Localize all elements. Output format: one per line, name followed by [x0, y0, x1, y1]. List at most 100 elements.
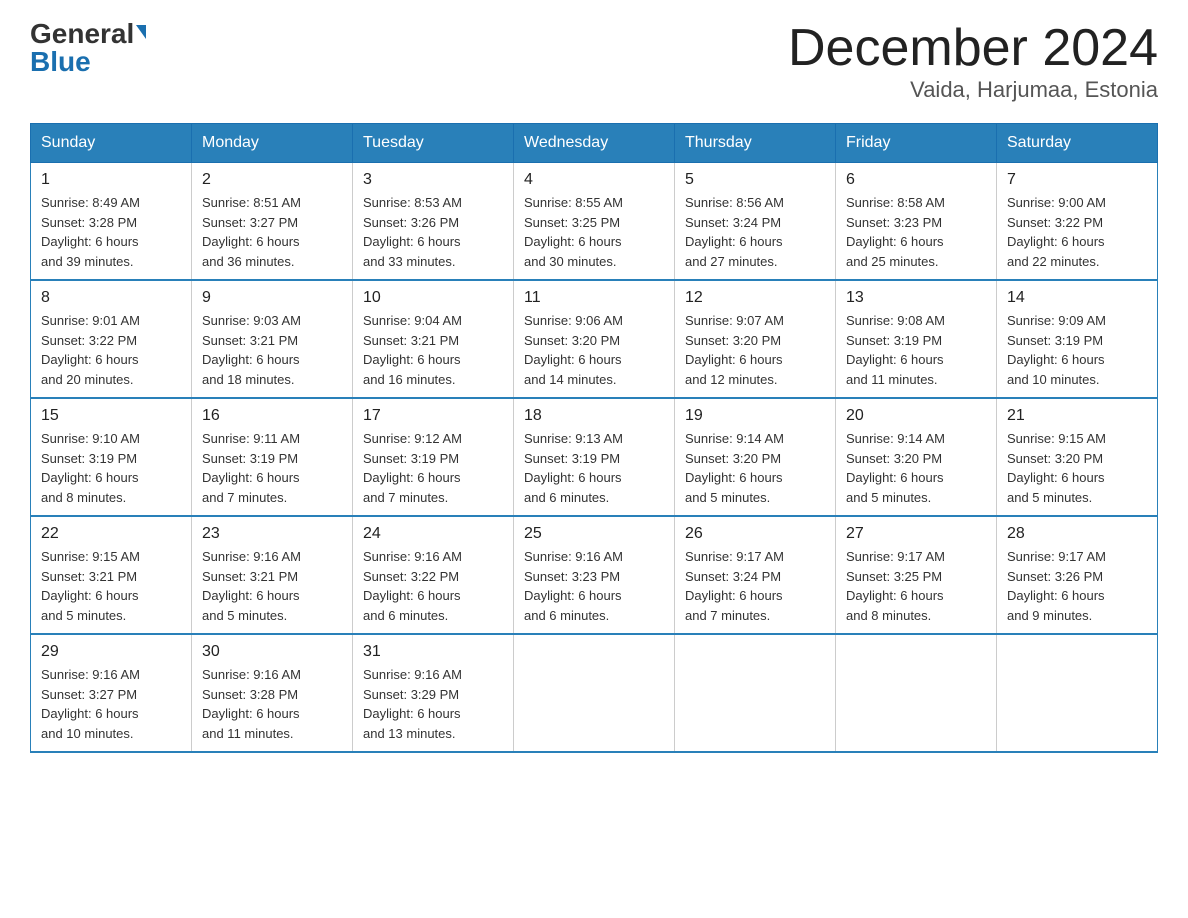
day-info: Sunrise: 9:17 AM Sunset: 3:25 PM Dayligh…: [846, 547, 986, 625]
day-info: Sunrise: 8:53 AM Sunset: 3:26 PM Dayligh…: [363, 193, 503, 271]
calendar-cell: 28 Sunrise: 9:17 AM Sunset: 3:26 PM Dayl…: [997, 516, 1158, 634]
day-info: Sunrise: 9:04 AM Sunset: 3:21 PM Dayligh…: [363, 311, 503, 389]
day-number: 30: [202, 643, 342, 661]
calendar-cell: 6 Sunrise: 8:58 AM Sunset: 3:23 PM Dayli…: [836, 163, 997, 281]
logo-general-text: General: [30, 20, 134, 48]
week-row-2: 8 Sunrise: 9:01 AM Sunset: 3:22 PM Dayli…: [31, 280, 1158, 398]
day-number: 6: [846, 171, 986, 189]
header-wednesday: Wednesday: [514, 124, 675, 163]
day-number: 5: [685, 171, 825, 189]
calendar-cell: [997, 634, 1158, 752]
day-info: Sunrise: 8:58 AM Sunset: 3:23 PM Dayligh…: [846, 193, 986, 271]
calendar-cell: 29 Sunrise: 9:16 AM Sunset: 3:27 PM Dayl…: [31, 634, 192, 752]
calendar-cell: 14 Sunrise: 9:09 AM Sunset: 3:19 PM Dayl…: [997, 280, 1158, 398]
day-info: Sunrise: 9:17 AM Sunset: 3:24 PM Dayligh…: [685, 547, 825, 625]
day-info: Sunrise: 9:16 AM Sunset: 3:28 PM Dayligh…: [202, 665, 342, 743]
day-number: 15: [41, 407, 181, 425]
day-info: Sunrise: 9:10 AM Sunset: 3:19 PM Dayligh…: [41, 429, 181, 507]
day-number: 27: [846, 525, 986, 543]
day-number: 7: [1007, 171, 1147, 189]
day-number: 17: [363, 407, 503, 425]
day-number: 11: [524, 289, 664, 307]
logo-triangle-icon: [136, 25, 146, 39]
day-info: Sunrise: 8:55 AM Sunset: 3:25 PM Dayligh…: [524, 193, 664, 271]
calendar-cell: 25 Sunrise: 9:16 AM Sunset: 3:23 PM Dayl…: [514, 516, 675, 634]
header-saturday: Saturday: [997, 124, 1158, 163]
calendar-cell: 8 Sunrise: 9:01 AM Sunset: 3:22 PM Dayli…: [31, 280, 192, 398]
day-number: 19: [685, 407, 825, 425]
calendar-cell: 27 Sunrise: 9:17 AM Sunset: 3:25 PM Dayl…: [836, 516, 997, 634]
day-number: 8: [41, 289, 181, 307]
calendar-cell: 31 Sunrise: 9:16 AM Sunset: 3:29 PM Dayl…: [353, 634, 514, 752]
day-info: Sunrise: 9:16 AM Sunset: 3:23 PM Dayligh…: [524, 547, 664, 625]
calendar-cell: [836, 634, 997, 752]
calendar-cell: 26 Sunrise: 9:17 AM Sunset: 3:24 PM Dayl…: [675, 516, 836, 634]
day-number: 4: [524, 171, 664, 189]
day-info: Sunrise: 9:07 AM Sunset: 3:20 PM Dayligh…: [685, 311, 825, 389]
day-number: 22: [41, 525, 181, 543]
calendar-cell: 23 Sunrise: 9:16 AM Sunset: 3:21 PM Dayl…: [192, 516, 353, 634]
calendar-cell: 5 Sunrise: 8:56 AM Sunset: 3:24 PM Dayli…: [675, 163, 836, 281]
day-number: 21: [1007, 407, 1147, 425]
title-block: December 2024 Vaida, Harjumaa, Estonia: [788, 20, 1158, 103]
calendar-cell: 2 Sunrise: 8:51 AM Sunset: 3:27 PM Dayli…: [192, 163, 353, 281]
day-number: 13: [846, 289, 986, 307]
header-thursday: Thursday: [675, 124, 836, 163]
day-info: Sunrise: 9:09 AM Sunset: 3:19 PM Dayligh…: [1007, 311, 1147, 389]
day-number: 23: [202, 525, 342, 543]
day-number: 12: [685, 289, 825, 307]
calendar-cell: 11 Sunrise: 9:06 AM Sunset: 3:20 PM Dayl…: [514, 280, 675, 398]
header-row: Sunday Monday Tuesday Wednesday Thursday…: [31, 124, 1158, 163]
day-number: 1: [41, 171, 181, 189]
day-info: Sunrise: 8:51 AM Sunset: 3:27 PM Dayligh…: [202, 193, 342, 271]
header-monday: Monday: [192, 124, 353, 163]
day-info: Sunrise: 9:01 AM Sunset: 3:22 PM Dayligh…: [41, 311, 181, 389]
header-tuesday: Tuesday: [353, 124, 514, 163]
day-number: 16: [202, 407, 342, 425]
day-number: 2: [202, 171, 342, 189]
page-header: General Blue December 2024 Vaida, Harjum…: [30, 20, 1158, 103]
calendar-cell: 10 Sunrise: 9:04 AM Sunset: 3:21 PM Dayl…: [353, 280, 514, 398]
day-number: 20: [846, 407, 986, 425]
day-number: 28: [1007, 525, 1147, 543]
day-info: Sunrise: 9:17 AM Sunset: 3:26 PM Dayligh…: [1007, 547, 1147, 625]
calendar-cell: 19 Sunrise: 9:14 AM Sunset: 3:20 PM Dayl…: [675, 398, 836, 516]
calendar-cell: 24 Sunrise: 9:16 AM Sunset: 3:22 PM Dayl…: [353, 516, 514, 634]
logo: General Blue: [30, 20, 146, 76]
calendar-cell: 4 Sunrise: 8:55 AM Sunset: 3:25 PM Dayli…: [514, 163, 675, 281]
calendar-cell: 30 Sunrise: 9:16 AM Sunset: 3:28 PM Dayl…: [192, 634, 353, 752]
page-title: December 2024: [788, 20, 1158, 77]
calendar-cell: 7 Sunrise: 9:00 AM Sunset: 3:22 PM Dayli…: [997, 163, 1158, 281]
calendar-cell: 16 Sunrise: 9:11 AM Sunset: 3:19 PM Dayl…: [192, 398, 353, 516]
day-number: 31: [363, 643, 503, 661]
day-info: Sunrise: 9:15 AM Sunset: 3:20 PM Dayligh…: [1007, 429, 1147, 507]
week-row-1: 1 Sunrise: 8:49 AM Sunset: 3:28 PM Dayli…: [31, 163, 1158, 281]
day-number: 3: [363, 171, 503, 189]
week-row-3: 15 Sunrise: 9:10 AM Sunset: 3:19 PM Dayl…: [31, 398, 1158, 516]
week-row-4: 22 Sunrise: 9:15 AM Sunset: 3:21 PM Dayl…: [31, 516, 1158, 634]
day-info: Sunrise: 9:16 AM Sunset: 3:21 PM Dayligh…: [202, 547, 342, 625]
day-info: Sunrise: 9:14 AM Sunset: 3:20 PM Dayligh…: [846, 429, 986, 507]
day-number: 26: [685, 525, 825, 543]
day-number: 10: [363, 289, 503, 307]
day-info: Sunrise: 9:16 AM Sunset: 3:29 PM Dayligh…: [363, 665, 503, 743]
day-info: Sunrise: 8:56 AM Sunset: 3:24 PM Dayligh…: [685, 193, 825, 271]
day-info: Sunrise: 9:03 AM Sunset: 3:21 PM Dayligh…: [202, 311, 342, 389]
day-info: Sunrise: 9:15 AM Sunset: 3:21 PM Dayligh…: [41, 547, 181, 625]
logo-blue-text: Blue: [30, 48, 91, 76]
day-number: 29: [41, 643, 181, 661]
day-info: Sunrise: 9:16 AM Sunset: 3:27 PM Dayligh…: [41, 665, 181, 743]
day-number: 18: [524, 407, 664, 425]
calendar-cell: 17 Sunrise: 9:12 AM Sunset: 3:19 PM Dayl…: [353, 398, 514, 516]
calendar-cell: 15 Sunrise: 9:10 AM Sunset: 3:19 PM Dayl…: [31, 398, 192, 516]
calendar-cell: 1 Sunrise: 8:49 AM Sunset: 3:28 PM Dayli…: [31, 163, 192, 281]
page-subtitle: Vaida, Harjumaa, Estonia: [788, 77, 1158, 103]
calendar-cell: 21 Sunrise: 9:15 AM Sunset: 3:20 PM Dayl…: [997, 398, 1158, 516]
calendar-cell: 3 Sunrise: 8:53 AM Sunset: 3:26 PM Dayli…: [353, 163, 514, 281]
calendar-cell: 18 Sunrise: 9:13 AM Sunset: 3:19 PM Dayl…: [514, 398, 675, 516]
day-info: Sunrise: 9:06 AM Sunset: 3:20 PM Dayligh…: [524, 311, 664, 389]
day-number: 14: [1007, 289, 1147, 307]
calendar-cell: 22 Sunrise: 9:15 AM Sunset: 3:21 PM Dayl…: [31, 516, 192, 634]
calendar-cell: 9 Sunrise: 9:03 AM Sunset: 3:21 PM Dayli…: [192, 280, 353, 398]
day-info: Sunrise: 9:13 AM Sunset: 3:19 PM Dayligh…: [524, 429, 664, 507]
